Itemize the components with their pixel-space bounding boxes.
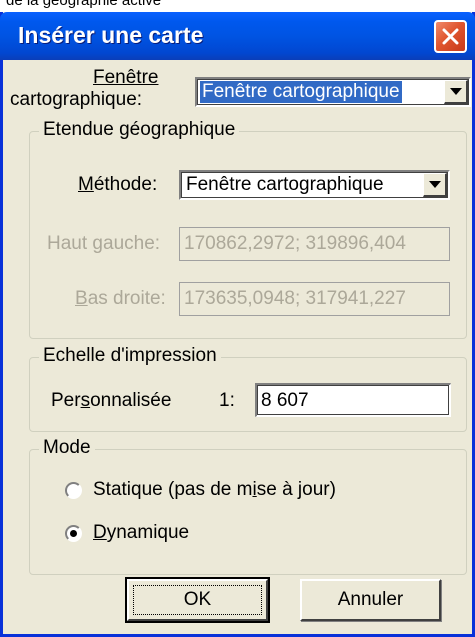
dynamic-radio-label[interactable]: Dynamique [93, 522, 189, 544]
chevron-down-icon [429, 181, 441, 188]
chevron-down-icon [450, 88, 462, 95]
scale-ratio-prefix: 1: [219, 390, 235, 411]
title-bar[interactable]: Insérer une carte [0, 12, 475, 60]
map-window-dropdown-button[interactable] [444, 80, 468, 104]
static-label-pre: Statique (pas de m [93, 479, 253, 500]
map-window-label-line2: cartographique: [10, 89, 143, 110]
custom-label-pre: Per [51, 390, 81, 411]
scale-group-title: Echelle d'impression [39, 345, 221, 367]
extent-group-title: Etendue géographique [39, 119, 240, 141]
top-left-field[interactable]: 170862,2972; 319896,404 [179, 227, 450, 261]
scale-field[interactable]: 8 607 [255, 383, 451, 417]
top-left-value: 170862,2972; 319896,404 [184, 233, 406, 254]
background-text: de la géographie active [6, 0, 162, 9]
mode-group-title: Mode [39, 437, 95, 459]
close-button[interactable] [434, 20, 467, 53]
map-window-dropdown[interactable]: Fenêtre cartographique [195, 77, 471, 107]
background-text-fragment: de la géographie active [0, 0, 475, 12]
map-window-label: Fenêtre [93, 67, 158, 89]
method-value: Fenêtre cartographique [186, 174, 384, 195]
bottom-right-field[interactable]: 173635,0948; 317941,227 [179, 282, 450, 316]
ok-button[interactable]: OK [125, 577, 270, 623]
map-window-label-line1: Fenêtre [93, 67, 159, 88]
custom-label-post: onnalisée [90, 390, 172, 411]
method-dropdown-button[interactable] [423, 173, 447, 197]
method-label: Méthode: [78, 174, 157, 196]
dynamic-label-post: ynamique [106, 522, 190, 543]
cancel-button[interactable]: Annuler [300, 579, 441, 621]
top-left-label-post: auche: [103, 233, 161, 254]
method-label-mnemonic: M [78, 174, 94, 195]
static-radio-label[interactable]: Statique (pas de mise à jour) [93, 479, 336, 501]
focus-rectangle [133, 585, 262, 615]
bottom-right-value: 173635,0948; 317941,227 [184, 288, 406, 309]
custom-scale-label: Personnalisée [51, 390, 171, 412]
top-left-label-mnemonic: g [92, 233, 103, 254]
custom-label-mnemonic: s [80, 390, 91, 411]
dynamic-label-mnemonic: D [93, 522, 107, 543]
radio-selected-dot [70, 530, 77, 537]
static-label-post: se à jour) [256, 479, 336, 500]
method-dropdown[interactable]: Fenêtre cartographique [179, 170, 450, 200]
bottom-right-label-post: as droite: [87, 288, 166, 309]
top-left-label: Haut gauche: [47, 233, 160, 255]
method-label-post: éthode: [93, 174, 158, 195]
cancel-button-label: Annuler [337, 589, 404, 610]
static-radio[interactable] [65, 482, 82, 499]
dynamic-radio[interactable] [65, 525, 82, 542]
scale-value: 8 607 [261, 390, 309, 411]
dialog-title: Insérer une carte [18, 22, 204, 48]
bottom-right-label-mnemonic: B [75, 288, 88, 309]
close-x-icon [442, 28, 459, 45]
insert-map-dialog: Insérer une carte Fenêtre cartographique… [0, 12, 475, 637]
mode-group [29, 449, 467, 575]
map-window-value: Fenêtre cartographique [199, 80, 403, 104]
top-left-label-pre: Haut [47, 233, 93, 254]
bottom-right-label: Bas droite: [75, 288, 166, 310]
